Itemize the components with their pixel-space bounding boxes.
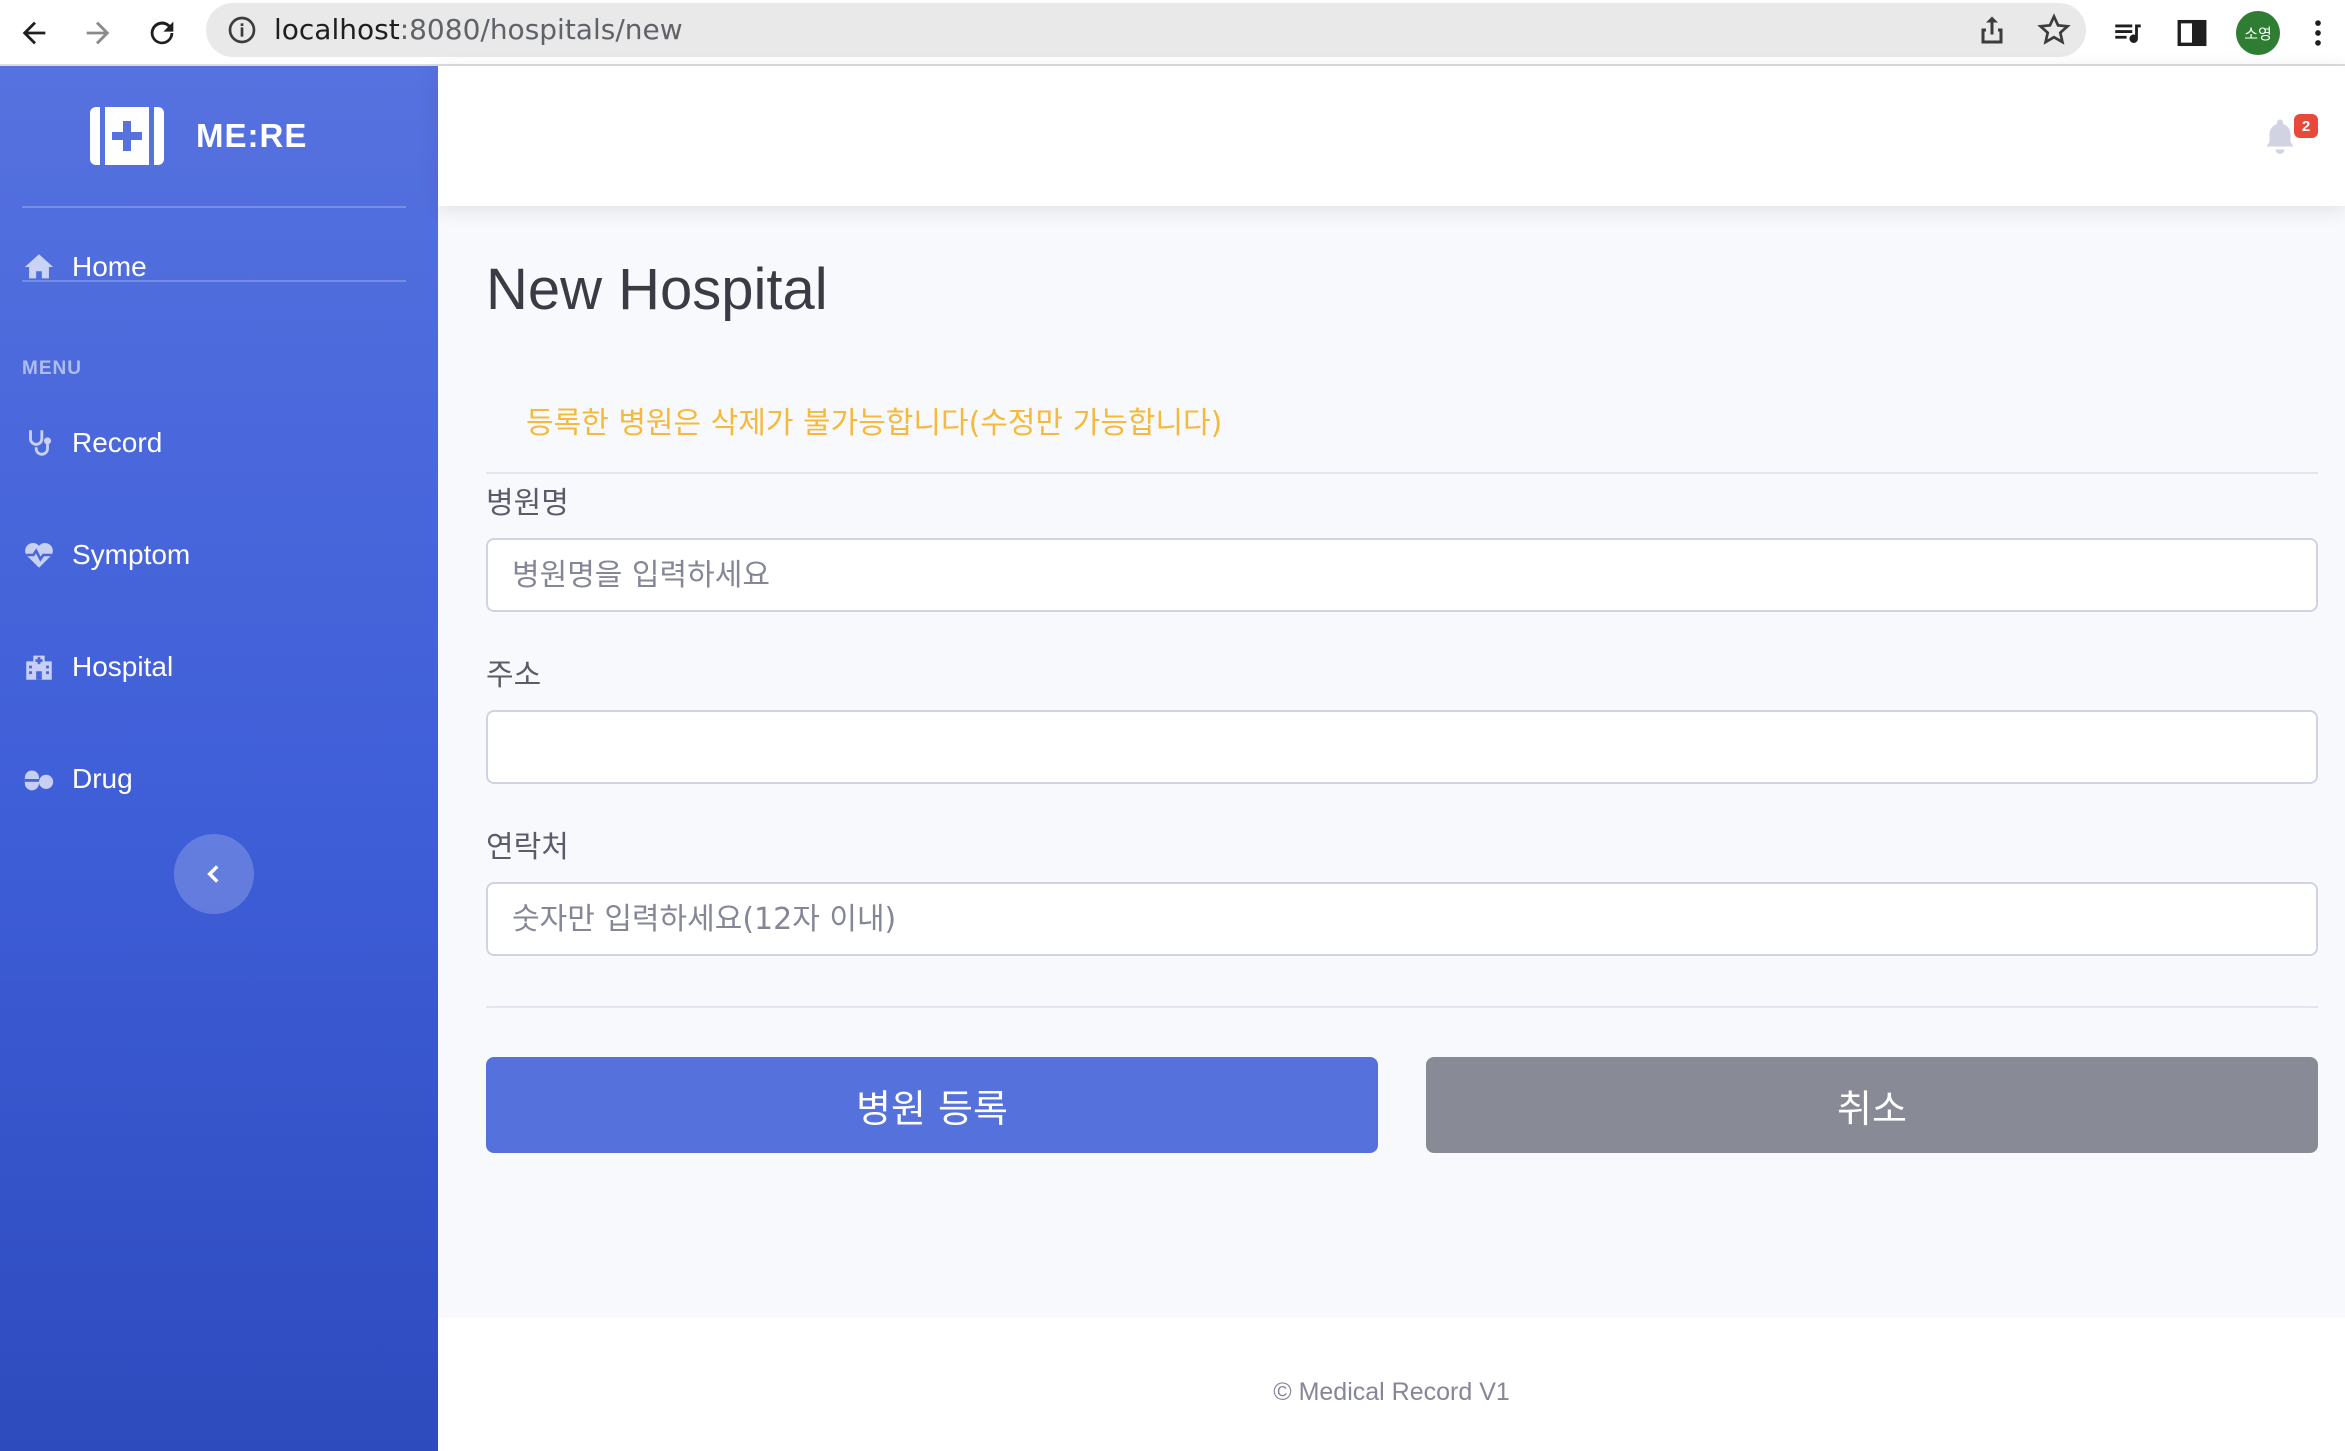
brand-link[interactable]: ME:RE: [90, 106, 307, 166]
bookmark-button[interactable]: [2036, 12, 2072, 48]
cancel-button[interactable]: 취소: [1426, 1057, 2318, 1153]
sidebar-item-label: Symptom: [72, 539, 191, 570]
sidebar-item-symptom[interactable]: Symptom: [22, 530, 190, 580]
home-icon: [24, 254, 54, 279]
heartbeat-icon: [25, 542, 53, 568]
arrow-right-icon: [86, 21, 110, 45]
side-panel-button[interactable]: [2170, 9, 2214, 57]
address-label: 주소: [486, 658, 542, 693]
url-path: :8080/hospitals/new: [399, 13, 683, 46]
divider: [486, 472, 2318, 474]
stethoscope-icon: [29, 430, 52, 456]
hospital-icon: [26, 655, 52, 680]
sidebar-toggle-button[interactable]: [174, 834, 254, 914]
sidebar-item-label: Record: [72, 427, 163, 458]
info-icon[interactable]: [226, 14, 258, 46]
topbar: 2: [438, 66, 2345, 206]
sidebar: ME:RE Home MENU Record Symptom Hospital …: [0, 66, 438, 1451]
share-icon: [1981, 16, 2003, 44]
forward-button[interactable]: [74, 9, 122, 57]
avatar: 소영: [2236, 11, 2280, 55]
url-host: localhost: [274, 13, 400, 46]
browser-menu-button[interactable]: [2298, 9, 2338, 57]
star-icon: [2037, 13, 2071, 45]
reload-icon: [150, 21, 174, 45]
contact-label: 연락처: [486, 830, 569, 865]
hospital-name-label: 병원명: [486, 486, 569, 521]
divider: [486, 1006, 2318, 1008]
arrow-left-icon: [22, 21, 46, 45]
url-text[interactable]: localhost:8080/hospitals/new: [274, 3, 683, 57]
browser-toolbar: localhost:8080/hospitals/new 소영: [0, 0, 2345, 66]
page-title: New Hospital: [486, 257, 828, 322]
sidebar-item-label: Home: [72, 251, 147, 282]
sidebar-divider: [22, 206, 406, 208]
sidebar-item-hospital[interactable]: Hospital: [22, 642, 173, 692]
reload-button[interactable]: [138, 9, 186, 57]
warning-notice: 등록한 병원은 삭제가 불가능합니다(수정만 가능합니다): [526, 406, 1223, 441]
notification-badge: 2: [2294, 114, 2318, 138]
register-hospital-button[interactable]: 병원 등록: [486, 1057, 1378, 1153]
sidebar-item-record[interactable]: Record: [22, 418, 162, 468]
address-bar[interactable]: localhost:8080/hospitals/new: [206, 3, 2086, 57]
sidebar-item-label: Hospital: [72, 651, 174, 682]
sidebar-divider: [22, 280, 406, 282]
playlist-icon: [2115, 24, 2141, 43]
chevron-left-icon: [207, 865, 219, 883]
profile-button[interactable]: 소영: [2236, 9, 2280, 57]
sidebar-item-home[interactable]: Home: [22, 242, 147, 292]
main-content: New Hospital 등록한 병원은 삭제가 불가능합니다(수정만 가능합니…: [438, 206, 2345, 1316]
footer: © Medical Record V1: [438, 1318, 2345, 1451]
back-button[interactable]: [10, 9, 58, 57]
copyright-text: © Medical Record V1: [1273, 1378, 1510, 1406]
pills-icon: [24, 770, 54, 791]
bell-icon[interactable]: [2262, 116, 2298, 156]
menu-heading: MENU: [22, 358, 82, 379]
hospital-name-input[interactable]: [486, 538, 2318, 612]
brand-name: ME:RE: [196, 117, 308, 154]
side-panel-icon: [2177, 19, 2207, 47]
address-input[interactable]: [486, 710, 2318, 784]
medical-kit-icon: [90, 107, 164, 165]
sidebar-item-drug[interactable]: Drug: [22, 754, 133, 804]
media-control-button[interactable]: [2106, 9, 2150, 57]
sidebar-item-label: Drug: [72, 763, 133, 794]
more-vertical-icon: [2315, 20, 2321, 46]
contact-input[interactable]: [486, 882, 2318, 956]
share-button[interactable]: [1974, 12, 2010, 48]
